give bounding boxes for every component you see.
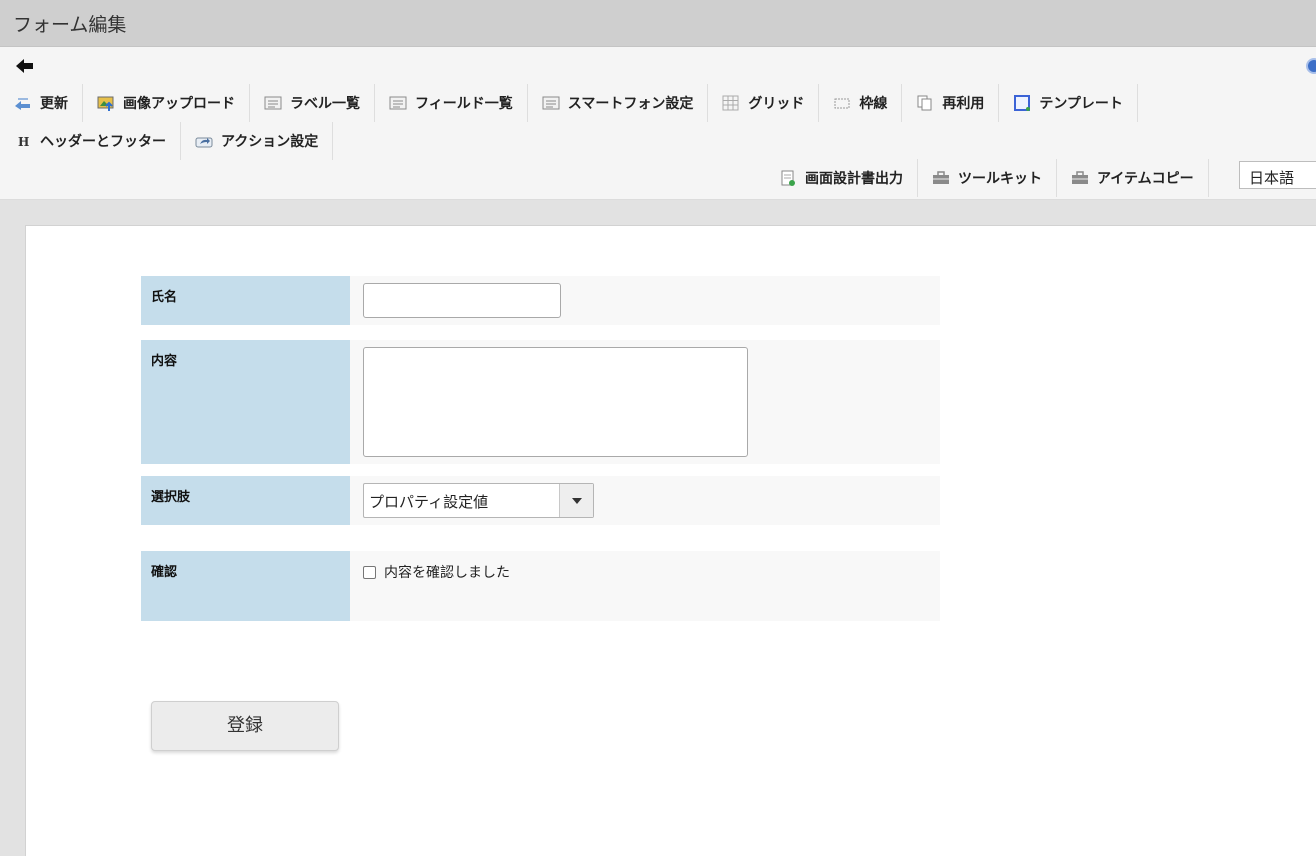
toolbar-label: ツールキット — [958, 171, 1042, 187]
chevron-down-icon[interactable] — [559, 484, 593, 517]
field-label-name: 氏名 — [141, 276, 350, 325]
language-select[interactable]: 日本語 — [1239, 161, 1316, 189]
toolbar-label: テンプレート — [1039, 96, 1123, 112]
toolbar-label: アクション設定 — [221, 134, 319, 150]
update-icon — [14, 95, 32, 111]
title-bar: フォーム編集 — [0, 0, 1316, 47]
toolbar-label: フィールド一覧 — [415, 96, 513, 112]
window-title: フォーム編集 — [13, 14, 127, 36]
toolbar-button-border[interactable]: 枠線 — [819, 84, 903, 122]
toolbar-label: グリッド — [748, 96, 805, 112]
field-list-icon — [389, 95, 407, 111]
template-icon — [1013, 95, 1031, 111]
toolbar-button-item-copy[interactable]: アイテムコピー — [1057, 159, 1209, 197]
toolbar-label: 枠線 — [859, 96, 888, 112]
field-label-confirm: 確認 — [141, 551, 350, 621]
back-arrow-icon[interactable] — [14, 56, 36, 76]
confirm-checkbox-label[interactable]: 内容を確認しました — [384, 562, 510, 582]
field-label-content: 内容 — [141, 340, 350, 464]
toolbar-label: ヘッダーとフッター — [40, 134, 166, 150]
form-row-name: 氏名 — [141, 276, 940, 325]
form-canvas: 氏名 内容 選択肢 プロパティ設定値 確認 内容を確認しました 登録 — [25, 225, 1316, 856]
submit-button[interactable]: 登録 — [151, 701, 339, 751]
border-icon — [833, 95, 851, 111]
toolbar-button-header-footer[interactable]: H ヘッダーとフッター — [0, 122, 181, 160]
choice-select-value: プロパティ設定値 — [369, 493, 489, 511]
choice-select[interactable]: プロパティ設定値 — [363, 483, 594, 518]
toolbar: 更新 画像アップロード ラベル一覧 フィールド一覧 スマートフォン設定 グリッド… — [0, 47, 1316, 200]
form-row-choice: 選択肢 プロパティ設定値 — [141, 476, 940, 525]
toolbar-button-spec-export[interactable]: 画面設計書出力 — [765, 159, 918, 197]
toolbar-label: アイテムコピー — [1097, 171, 1194, 187]
reuse-icon — [916, 95, 934, 111]
globe-icon[interactable] — [1306, 58, 1316, 74]
toolbar-button-grid[interactable]: グリッド — [708, 84, 820, 122]
label-list-icon — [264, 95, 282, 111]
toolbar-button-action-settings[interactable]: アクション設定 — [181, 122, 334, 160]
content-textarea[interactable] — [363, 347, 748, 457]
toolbar-button-reuse[interactable]: 再利用 — [902, 84, 1000, 122]
name-input[interactable] — [363, 283, 561, 318]
toolbar-button-label-list[interactable]: ラベル一覧 — [250, 84, 375, 122]
toolbar-button-image-upload[interactable]: 画像アップロード — [83, 84, 250, 122]
spec-export-icon — [779, 170, 797, 186]
header-footer-icon: H — [14, 133, 32, 149]
toolbar-label: ラベル一覧 — [290, 96, 360, 112]
toolbar-button-toolkit[interactable]: ツールキット — [918, 159, 1057, 197]
toolbar-label: 更新 — [40, 96, 68, 112]
item-copy-icon — [1071, 170, 1089, 186]
image-upload-icon — [97, 95, 115, 111]
action-settings-icon — [195, 133, 213, 149]
toolbar-label: 画面設計書出力 — [805, 171, 903, 187]
grid-icon — [722, 95, 740, 111]
toolbar-label: 再利用 — [942, 96, 985, 112]
form-row-confirm: 確認 内容を確認しました — [141, 551, 940, 621]
toolbar-label: 画像アップロード — [123, 96, 235, 112]
form-row-content: 内容 — [141, 340, 940, 464]
toolbar-label: スマートフォン設定 — [567, 96, 694, 112]
smartphone-settings-icon — [542, 95, 560, 111]
confirm-checkbox[interactable] — [363, 565, 376, 579]
toolbar-button-template[interactable]: テンプレート — [999, 84, 1138, 122]
toolbar-button-field-list[interactable]: フィールド一覧 — [375, 84, 528, 122]
field-label-choice: 選択肢 — [141, 476, 350, 525]
toolbar-button-update[interactable]: 更新 — [0, 84, 83, 122]
svg-text:H: H — [18, 135, 29, 149]
toolkit-icon — [932, 170, 950, 186]
toolbar-button-smartphone-settings[interactable]: スマートフォン設定 — [528, 84, 709, 122]
